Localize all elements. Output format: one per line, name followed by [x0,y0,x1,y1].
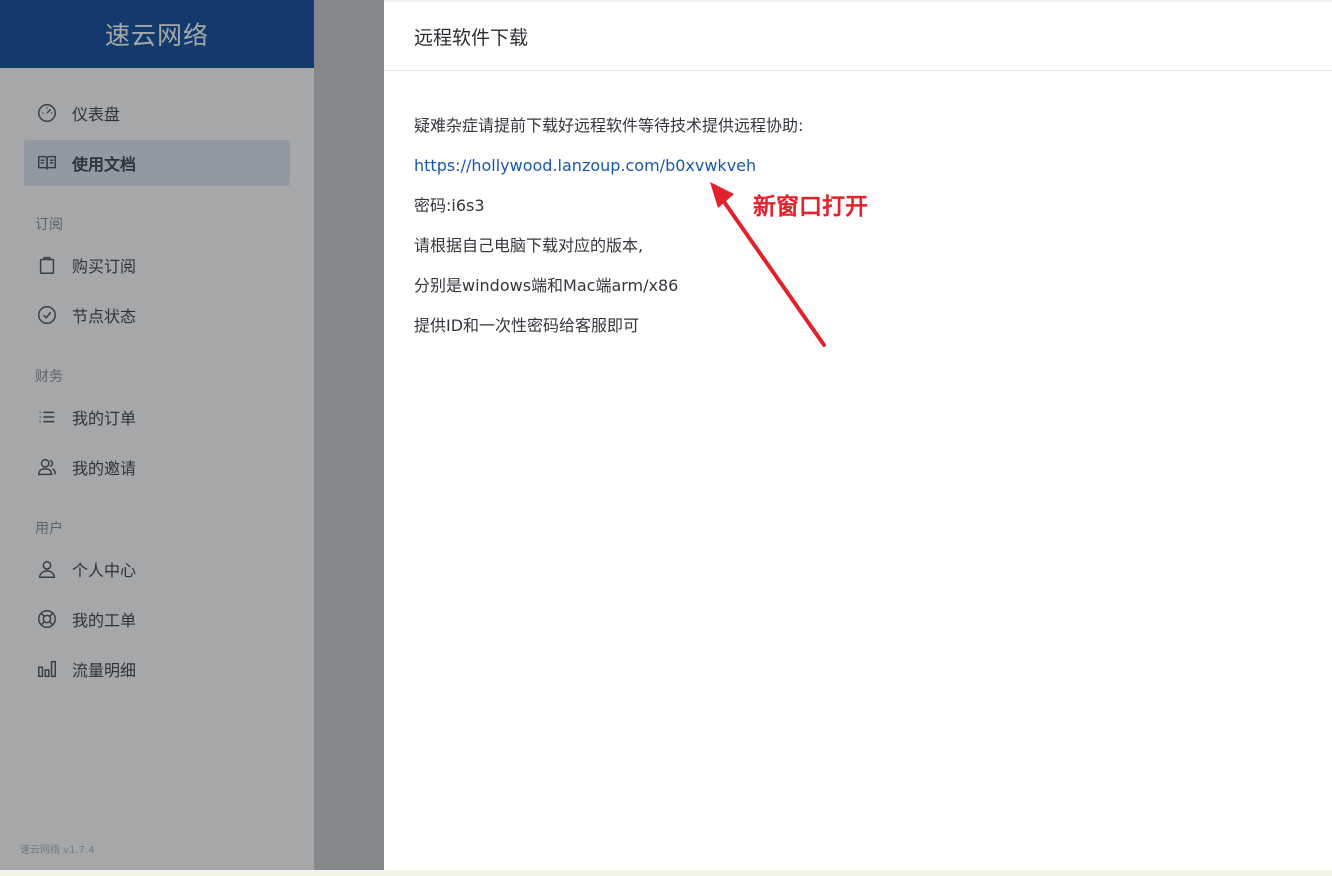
bottom-strip [0,870,1332,876]
sidebar-item-my-orders[interactable]: 我的订单 [24,394,290,440]
sidebar-item-label: 购买订阅 [72,257,137,276]
platforms-text: 分别是windows端和Mac端arm/x86 [414,276,679,295]
sidebar-item-label: 我的邀请 [72,459,137,478]
check-circle-icon [36,304,58,326]
section-label-subscription: 订阅 [35,217,63,233]
sidebar-item-docs[interactable]: 使用文档 [24,140,290,186]
sidebar-item-traffic-detail[interactable]: 流量明细 [24,646,290,692]
sidebar-item-node-status[interactable]: 节点状态 [24,292,290,338]
app-root: 速云网络 仪表盘 使用文档 订阅 购买订阅 节点状态 财务 我的订单 我的邀请 … [0,0,1332,876]
sidebar-item-label: 我的订单 [72,409,137,428]
sidebar-item-label: 节点状态 [72,307,137,326]
app-version: 速云网络 v1.7.4 [20,845,95,856]
download-link-row: https://hollywood.lanzoup.com/b0xvwkveh [414,155,1302,177]
sidebar-item-my-tickets[interactable]: 我的工单 [24,596,290,642]
dashboard-icon [36,102,58,124]
drawer-gap [314,0,384,870]
sidebar-item-my-invites[interactable]: 我的邀请 [24,444,290,490]
doc-drawer: 远程软件下载 疑难杂症请提前下载好远程软件等待技术提供远程协助: https:/… [384,2,1332,870]
bar-chart-icon [36,658,58,680]
sidebar-item-dashboard[interactable]: 仪表盘 [24,90,290,136]
version-hint-text: 请根据自己电脑下载对应的版本, [414,236,644,255]
book-icon [36,152,58,174]
sidebar-item-label: 个人中心 [72,561,137,580]
sidebar: 速云网络 仪表盘 使用文档 订阅 购买订阅 节点状态 财务 我的订单 我的邀请 … [0,0,314,870]
user-icon [36,558,58,580]
sidebar-item-profile[interactable]: 个人中心 [24,546,290,592]
intro-text: 疑难杂症请提前下载好远程软件等待技术提供远程协助: [414,116,804,135]
brand-logo[interactable]: 速云网络 [0,0,314,68]
sidebar-item-label: 仪表盘 [72,105,121,124]
annotation-label: 新窗口打开 [753,194,868,220]
section-label-finance: 财务 [35,369,63,385]
section-label-user: 用户 [35,521,63,537]
sidebar-item-buy-subscription[interactable]: 购买订阅 [24,242,290,288]
id-hint-text: 提供ID和一次性密码给客服即可 [414,316,640,335]
sidebar-nav: 仪表盘 使用文档 订阅 购买订阅 节点状态 财务 我的订单 我的邀请 用户 个人… [0,68,314,692]
sidebar-item-label: 我的工单 [72,611,137,630]
sidebar-item-label: 流量明细 [72,661,137,680]
lifebuoy-icon [36,608,58,630]
list-icon [36,406,58,428]
sidebar-item-label: 使用文档 [72,155,137,174]
bag-icon [36,254,58,276]
users-icon [36,456,58,478]
drawer-title: 远程软件下载 [384,2,1332,71]
